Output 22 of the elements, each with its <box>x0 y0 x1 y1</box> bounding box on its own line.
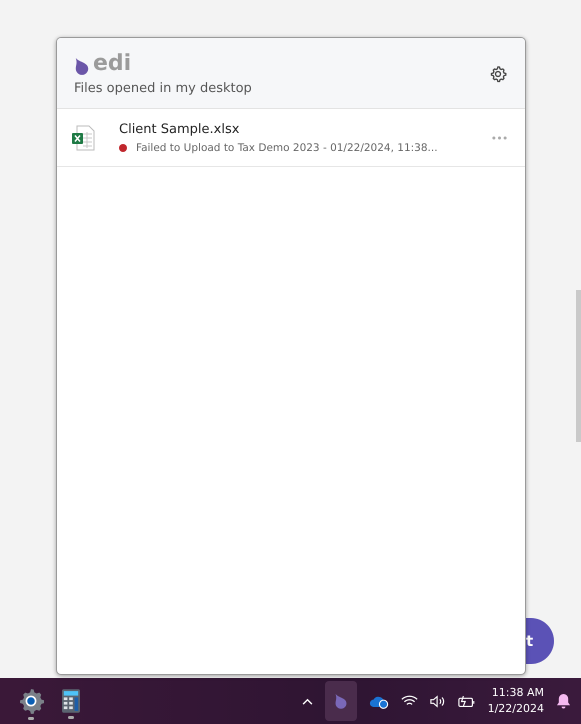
chat-button[interactable]: t <box>526 618 554 664</box>
status-text: Failed to Upload to Tax Demo 2023 - 01/22/2024, 11:38... <box>136 142 438 154</box>
running-indicator <box>68 716 74 719</box>
gear-icon[interactable] <box>18 688 44 714</box>
chevron-up-icon[interactable] <box>302 698 313 704</box>
spreadsheet-file-icon <box>71 125 95 151</box>
logo-icon <box>74 56 90 74</box>
logo-text: edi <box>93 52 132 74</box>
drop-icon <box>334 693 348 709</box>
calculator-icon[interactable] <box>62 689 80 713</box>
panel-subtitle: Files opened in my desktop <box>74 80 252 96</box>
battery-icon[interactable] <box>458 694 476 708</box>
clock[interactable]: 11:38 AM 1/22/2024 <box>488 685 544 717</box>
scrollbar[interactable] <box>576 290 581 442</box>
running-indicator <box>28 717 34 720</box>
speaker-icon[interactable] <box>430 694 446 708</box>
bell-icon[interactable] <box>556 692 571 710</box>
wifi-icon[interactable] <box>400 695 418 707</box>
file-row[interactable]: Client Sample.xlsx Failed to Upload to Tax Demo 2023 - 01/22/2024, 11:38... <box>57 109 525 167</box>
file-name: Client Sample.xlsx <box>119 122 240 137</box>
settings-icon[interactable] <box>489 65 507 83</box>
tray-app-button[interactable] <box>324 681 357 721</box>
